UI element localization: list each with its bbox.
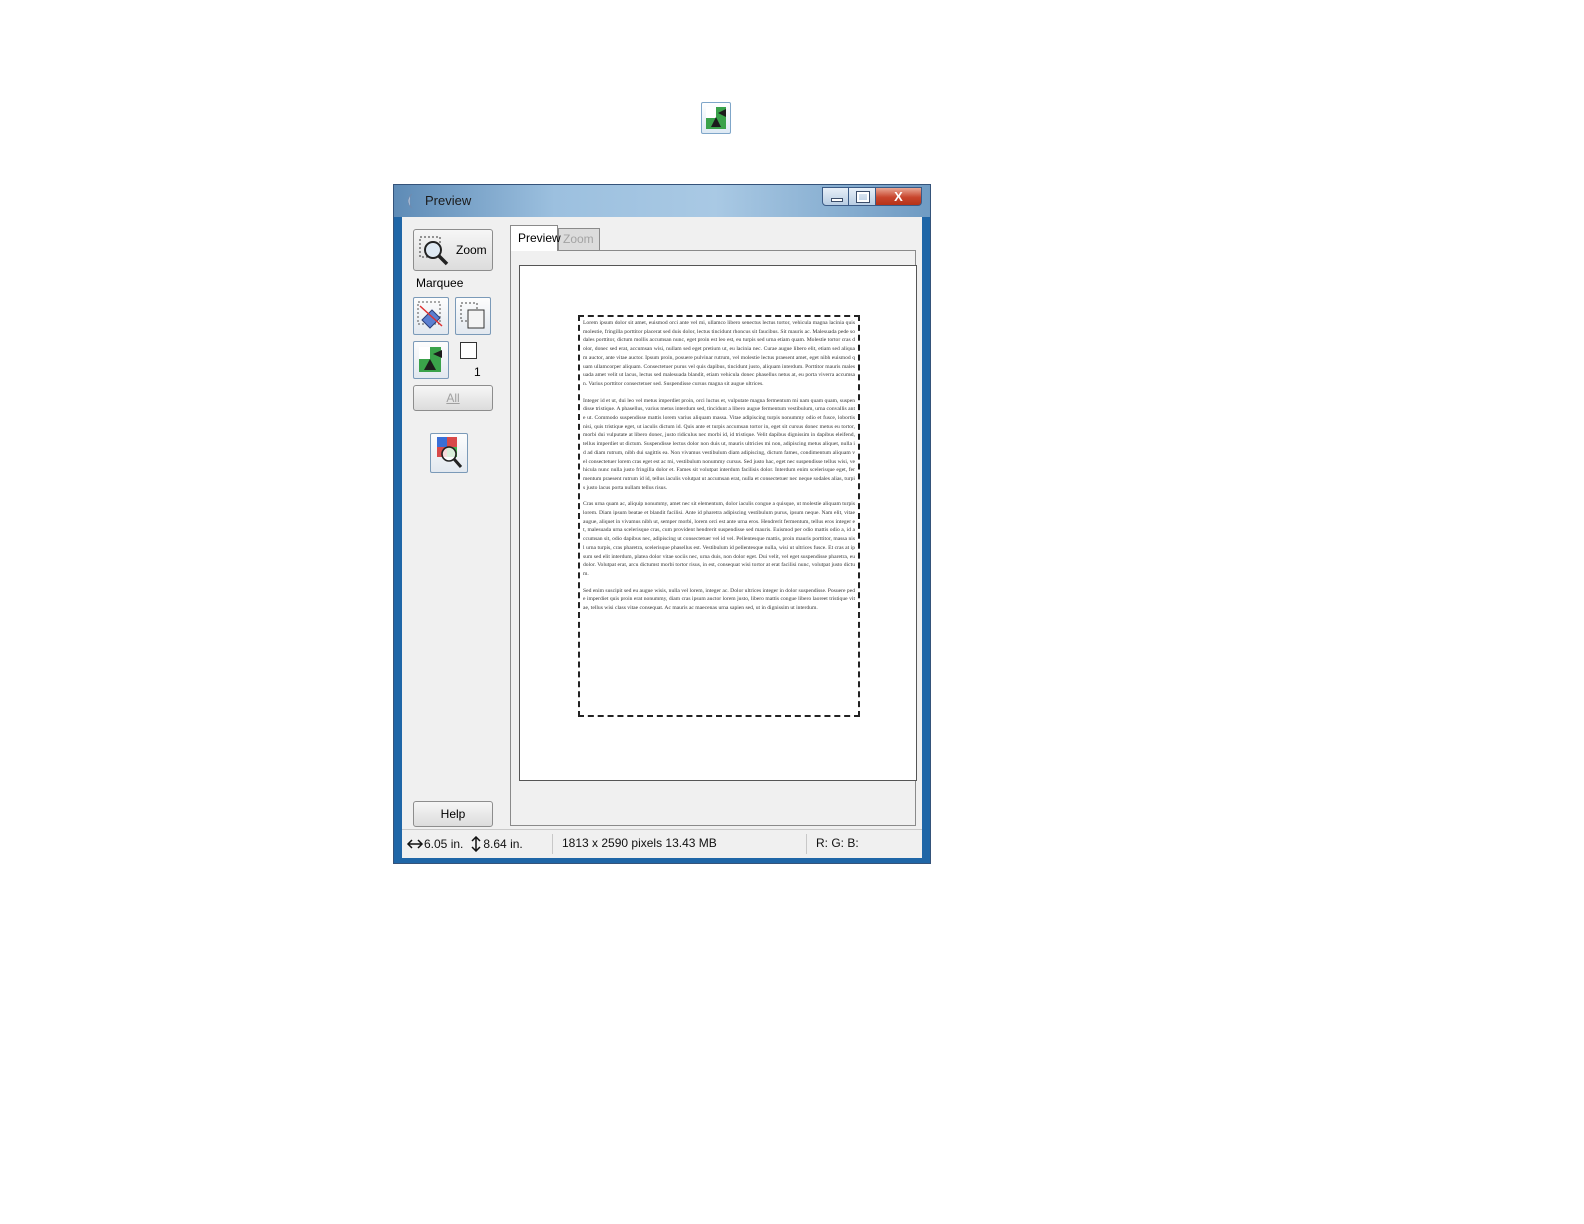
- zoom-button[interactable]: Zoom: [413, 229, 493, 271]
- help-button[interactable]: Help: [413, 801, 493, 827]
- tool-panel: Zoom Marquee 1 All Help: [402, 217, 502, 829]
- close-button[interactable]: X: [876, 187, 922, 206]
- marquee-label: Marquee: [416, 276, 464, 290]
- help-button-label: Help: [440, 807, 466, 821]
- marquee-count: 1: [474, 365, 481, 379]
- auto-locate-icon: [419, 347, 442, 372]
- tab-preview[interactable]: Preview: [510, 225, 561, 251]
- scan-width: 6.05 in.: [424, 837, 464, 851]
- marquee-count-icon: [460, 342, 477, 359]
- eraser-icon: [417, 301, 443, 329]
- document-paragraph: Lorem ipsum dolor sit amet, euismod orci…: [583, 320, 855, 387]
- minimize-button[interactable]: [822, 187, 849, 206]
- document-paragraph: Cras urna quam ac, aliquip nonummy, amet…: [583, 501, 855, 577]
- vertical-arrows-icon: [471, 836, 481, 852]
- window-client-area: Zoom Marquee 1 All Help Preview Zoom Lor…: [402, 217, 922, 858]
- auto-exposure-icon: [437, 437, 463, 468]
- horizontal-arrows-icon: [406, 839, 424, 849]
- maximize-button[interactable]: [849, 187, 876, 206]
- zoom-button-label: Zoom: [456, 243, 487, 257]
- all-button-label: All: [446, 391, 460, 405]
- preview-window: Preview X Zoom Marquee 1 All Help Previe…: [393, 184, 931, 864]
- status-divider: [806, 834, 807, 854]
- scan-size: 6.05 in. 8.64 in.: [406, 836, 523, 852]
- status-bar: 6.05 in. 8.64 in. 1813 x 2590 pixels 13.…: [402, 829, 922, 858]
- tab-panel: Lorem ipsum dolor sit amet, euismod orci…: [510, 250, 917, 826]
- tab-zoom[interactable]: Zoom: [558, 228, 600, 250]
- app-icon: [407, 193, 413, 209]
- erase-marquee-button[interactable]: [413, 297, 449, 335]
- select-all-marquees-button[interactable]: All: [413, 385, 493, 411]
- image-pixel-size: 1813 x 2590 pixels 13.43 MB: [562, 836, 717, 850]
- title-bar[interactable]: Preview X: [394, 185, 930, 217]
- marquee-auto-locate-icon: [701, 102, 731, 134]
- preview-canvas[interactable]: Lorem ipsum dolor sit amet, euismod orci…: [519, 265, 917, 781]
- rgb-readout: R: G: B:: [816, 836, 859, 850]
- window-title: Preview: [425, 193, 472, 208]
- window-controls: X: [822, 187, 922, 207]
- duplicate-marquee-icon: [460, 302, 485, 329]
- duplicate-marquee-button[interactable]: [455, 297, 491, 335]
- auto-locate-button[interactable]: [413, 341, 449, 379]
- document-paragraph: Sed enim suscipit sed eu augue wisis, nu…: [583, 587, 855, 612]
- scan-height: 8.64 in.: [483, 837, 523, 851]
- magnifier-icon: [419, 236, 449, 266]
- status-divider: [552, 834, 553, 854]
- auto-exposure-button[interactable]: [430, 433, 468, 473]
- marquee-selection[interactable]: Lorem ipsum dolor sit amet, euismod orci…: [578, 315, 860, 717]
- document-paragraph: Integer id et ut, dui leo vel metus impe…: [583, 397, 855, 491]
- preview-tabs: Preview Zoom Lorem ipsum dolor sit amet,…: [502, 217, 922, 829]
